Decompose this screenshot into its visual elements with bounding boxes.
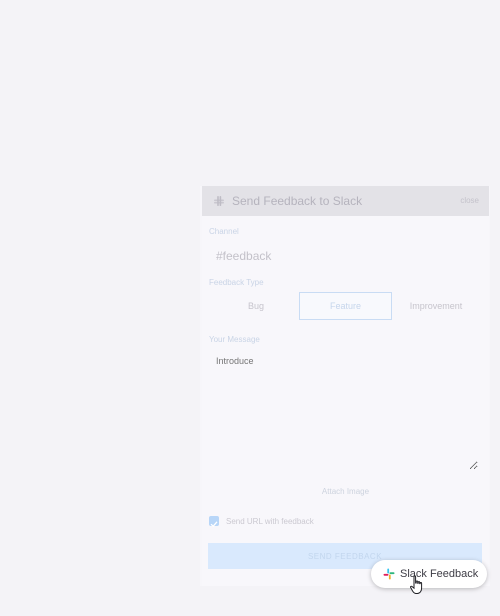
send-url-checkbox[interactable] <box>209 516 219 528</box>
slack-feedback-launcher[interactable]: Slack Feedback <box>371 560 487 588</box>
page-background: Send Feedback to Slack close Channel #fe… <box>0 0 500 616</box>
channel-label: Channel <box>209 227 239 236</box>
channel-select[interactable]: #feedback <box>216 249 271 263</box>
attach-image-link[interactable]: Attach Image <box>202 487 489 496</box>
slack-icon <box>383 568 395 580</box>
hand-cursor-icon <box>410 575 423 594</box>
slack-icon <box>214 196 224 206</box>
feedback-type-improvement[interactable]: Improvement <box>392 292 480 320</box>
dialog-header: Send Feedback to Slack close <box>202 186 489 216</box>
dialog-title: Send Feedback to Slack <box>232 194 363 208</box>
send-url-label: Send URL with feedback <box>226 517 314 526</box>
feedback-type-label: Feedback Type <box>209 278 264 287</box>
message-label: Your Message <box>209 335 260 344</box>
feedback-type-feature[interactable]: Feature <box>299 292 392 320</box>
checkmark-icon <box>210 521 218 528</box>
close-button[interactable]: close <box>460 196 479 205</box>
feedback-type-bug[interactable]: Bug <box>210 292 302 320</box>
feedback-dialog: Send Feedback to Slack close Channel #fe… <box>202 186 489 586</box>
message-input[interactable] <box>210 350 478 470</box>
